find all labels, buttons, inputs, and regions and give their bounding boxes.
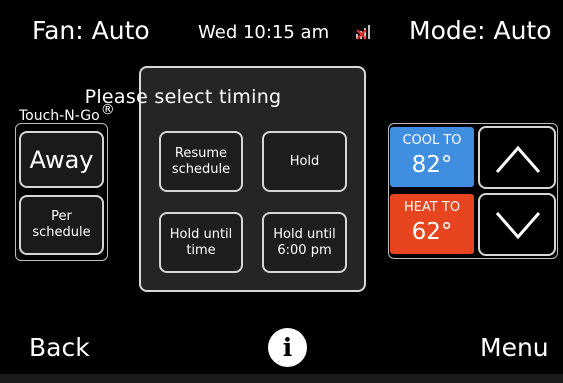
per-schedule-label-line2: schedule (32, 225, 91, 240)
resume-label-line1: Resume (174, 145, 228, 161)
resume-schedule-label: Resume schedule (172, 146, 230, 178)
per-schedule-button[interactable]: Per schedule (19, 195, 104, 255)
cool-setpoint[interactable]: COOL TO 82° (390, 127, 474, 187)
hold-label: Hold (289, 153, 320, 169)
hold-button[interactable]: Hold (262, 131, 347, 192)
hold-until-600pm-label: Hold until 6:00 pm (273, 227, 336, 259)
temperature-down-button[interactable] (478, 193, 556, 256)
dialog-title: Please select timing (84, 86, 282, 108)
hold-until-600-line1: Hold until (273, 226, 336, 242)
resume-label-line2: schedule (171, 161, 231, 177)
per-schedule-label-line1: Per (51, 209, 72, 224)
cool-to-value: 82° (411, 152, 453, 178)
away-button[interactable]: Away (19, 131, 104, 188)
brand-name: Touch-N-Go (19, 108, 100, 124)
chevron-up-icon (495, 145, 541, 173)
mode-status[interactable]: Mode: Auto (409, 14, 552, 48)
hold-until-600pm-button[interactable]: Hold until 6:00 pm (262, 212, 347, 273)
heat-to-value: 62° (411, 219, 453, 245)
no-wifi-signal-icon (356, 25, 370, 40)
hold-until-time-line1: Hold until (169, 226, 233, 242)
hold-until-time-label: Hold until time (170, 227, 233, 259)
temperature-up-button[interactable] (478, 126, 556, 189)
hold-until-600-line2: 6:00 pm (277, 242, 332, 258)
info-icon[interactable]: i (268, 328, 307, 367)
heat-to-label: HEAT TO (403, 200, 461, 215)
hold-until-time-button[interactable]: Hold until time (159, 212, 243, 273)
resume-schedule-button[interactable]: Resume schedule (159, 131, 243, 192)
chevron-down-icon (495, 212, 541, 240)
menu-button[interactable]: Menu (480, 333, 549, 362)
heat-setpoint[interactable]: HEAT TO 62° (390, 194, 474, 254)
hold-until-time-line2: time (186, 242, 216, 258)
cool-to-label: COOL TO (402, 133, 462, 148)
thermostat-screen: Fan: Auto Wed 10:15 am Mode: Auto Touch-… (0, 0, 563, 383)
away-label: Away (29, 145, 94, 174)
fan-status[interactable]: Fan: Auto (32, 14, 150, 48)
per-schedule-label: Per schedule (32, 209, 90, 241)
date-time: Wed 10:15 am (198, 22, 330, 43)
back-button[interactable]: Back (29, 333, 90, 362)
bottom-strip (0, 374, 563, 383)
